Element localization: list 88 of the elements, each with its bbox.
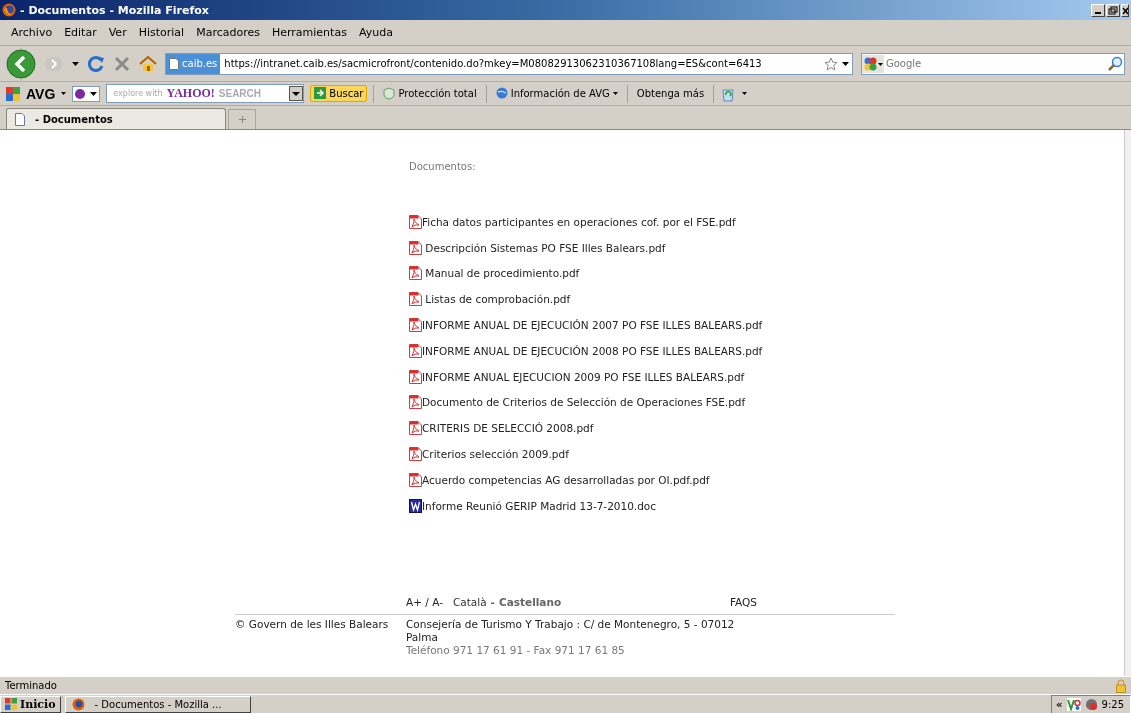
clock: 9:25 (1101, 698, 1124, 710)
avg-brand: AVG (26, 85, 56, 102)
dropdown-caret-icon[interactable] (72, 61, 79, 66)
windows-logo-icon (5, 698, 17, 710)
reload-icon[interactable] (87, 54, 105, 73)
search-button[interactable]: Buscar (310, 85, 368, 102)
document-link[interactable]: Criterios selección 2009.pdf (422, 448, 569, 461)
pdf-file-icon (409, 369, 422, 384)
yahoo-logo-icon[interactable] (72, 85, 101, 102)
faqs-link[interactable]: FAQS (730, 596, 757, 608)
menu-item[interactable]: Historial (133, 24, 190, 41)
document-link[interactable]: Ficha datos participantes en operaciones cof. por el FSE.pdf (422, 215, 736, 228)
minimize-icon[interactable] (1091, 3, 1105, 17)
dropdown-caret-icon[interactable] (289, 86, 304, 101)
dropdown-caret-icon[interactable] (742, 92, 748, 95)
padlock-icon (1116, 678, 1126, 693)
shield-icon (383, 87, 396, 100)
search-engine-icon[interactable] (862, 54, 884, 73)
globe-icon (495, 87, 508, 100)
window-title: - Documentos - Mozilla Firefox (20, 3, 210, 17)
language-link[interactable]: Català (452, 596, 487, 608)
search-logo-suffix: SEARCH (218, 88, 263, 99)
language-link[interactable]: Castellano (498, 596, 562, 608)
pdf-file-icon (409, 472, 422, 487)
search-bar[interactable]: Google (861, 52, 1125, 75)
pdf-file-icon (409, 421, 422, 436)
language-separator: - (490, 596, 495, 608)
tab-label: - Documentos (35, 113, 113, 125)
tray-chevron-button[interactable]: « (1056, 698, 1063, 710)
document-link[interactable]: Informe Reunió GERIP Madrid 13-7-2010.doc (422, 499, 657, 512)
menu-item[interactable]: Ver (103, 24, 132, 41)
arrow-icon (314, 87, 327, 100)
word-document-icon (409, 498, 422, 513)
firefox-icon (2, 3, 16, 17)
document-link[interactable]: Descripción Sistemas PO FSE Illes Balears.pdf (422, 241, 666, 254)
menu-item[interactable]: Herramientas (266, 24, 352, 41)
menu-item[interactable]: Editar (59, 24, 102, 41)
plus-icon (238, 116, 246, 123)
yahoo-search-field[interactable]: explore with YAHOO! SEARCH (106, 84, 305, 103)
document-link[interactable]: INFORME ANUAL DE EJECUCIÓN 2008 PO FSE ILLES BALEARS.pdf (422, 344, 763, 357)
address-bar[interactable]: caib.es https://intranet.caib.es/sacmicrofront/contenido.do?mkey=M08082913062310367108lang=ES&cont=6413 (165, 52, 853, 75)
restore-icon[interactable] (1106, 3, 1120, 17)
address-text: Consejería de Turismo Y Trabajo : C/ de Montenegro, 5 - 07012 (406, 618, 735, 631)
toolbar-button[interactable]: Protección total (380, 86, 480, 101)
text-size-links[interactable]: A+ / A- (406, 596, 443, 608)
pdf-file-icon (409, 318, 422, 333)
toolbar-button[interactable]: Información de AVG (492, 86, 621, 101)
dropdown-caret-icon[interactable] (61, 92, 67, 95)
taskbar-button[interactable]: - Documentos - Mozilla ... (64, 695, 251, 713)
menu-item[interactable]: Marcadores (191, 24, 265, 41)
pdf-file-icon (409, 343, 422, 358)
menu-item[interactable]: Archivo (6, 24, 58, 41)
document-link[interactable]: Manual de procedimiento.pdf (422, 267, 580, 280)
dropdown-caret-icon (612, 92, 618, 95)
copyright-text: © Govern de les Illes Balears (235, 618, 390, 632)
browser-tab[interactable]: - Documentos (6, 108, 226, 129)
pdf-file-icon (409, 266, 422, 281)
toolbar-button[interactable]: Obtenga más (633, 87, 708, 100)
pdf-file-icon (409, 447, 422, 462)
page-icon (169, 57, 179, 70)
gear-tray-icon[interactable] (1084, 697, 1098, 711)
menu-item[interactable]: Ayuda (353, 24, 398, 41)
city-text: Palma (406, 631, 439, 644)
close-icon[interactable] (1121, 3, 1129, 17)
pdf-file-icon (409, 240, 422, 255)
home-icon[interactable] (139, 54, 157, 73)
avg-logo-icon (6, 86, 20, 101)
start-button[interactable]: Inicio (0, 695, 61, 713)
document-link[interactable]: INFORME ANUAL EJECUCION 2009 PO FSE ILLES BALEARS.pdf (422, 370, 745, 383)
document-link[interactable]: CRITERIS DE SELECCIÓ 2008.pdf (422, 422, 594, 435)
search-hint: explore with (113, 89, 163, 98)
checkmark-tray-icon[interactable] (1066, 697, 1081, 711)
url-text: https://intranet.caib.es/sacmicrofront/contenido.do?mkey=M08082913062310367108lang=ES&cont=6413 (223, 58, 763, 69)
pdf-file-icon (409, 292, 422, 307)
firefox-icon (71, 697, 85, 711)
document-link[interactable]: Documento de Criterios de Selección de Operaciones FSE.pdf (422, 396, 746, 409)
phone-text: Teléfono 971 17 61 91 - Fax 971 17 61 85 (406, 644, 626, 657)
document-link[interactable]: INFORME ANUAL DE EJECUCIÓN 2007 PO FSE ILLES BALEARS.pdf (422, 319, 763, 332)
pdf-file-icon (409, 395, 422, 410)
page-icon (15, 112, 25, 126)
document-link[interactable]: Acuerdo competencias AG desarrolladas por OI.pdf.pdf (422, 473, 710, 486)
star-icon[interactable] (824, 56, 838, 71)
search-icon[interactable] (1108, 55, 1124, 72)
section-heading: Documentos: (409, 161, 477, 172)
yahoo-logo-text: YAHOO! (166, 86, 215, 101)
document-link[interactable]: Listas de comprobación.pdf (422, 293, 571, 306)
status-text: Terminado (5, 680, 58, 691)
pdf-file-icon (409, 214, 422, 229)
